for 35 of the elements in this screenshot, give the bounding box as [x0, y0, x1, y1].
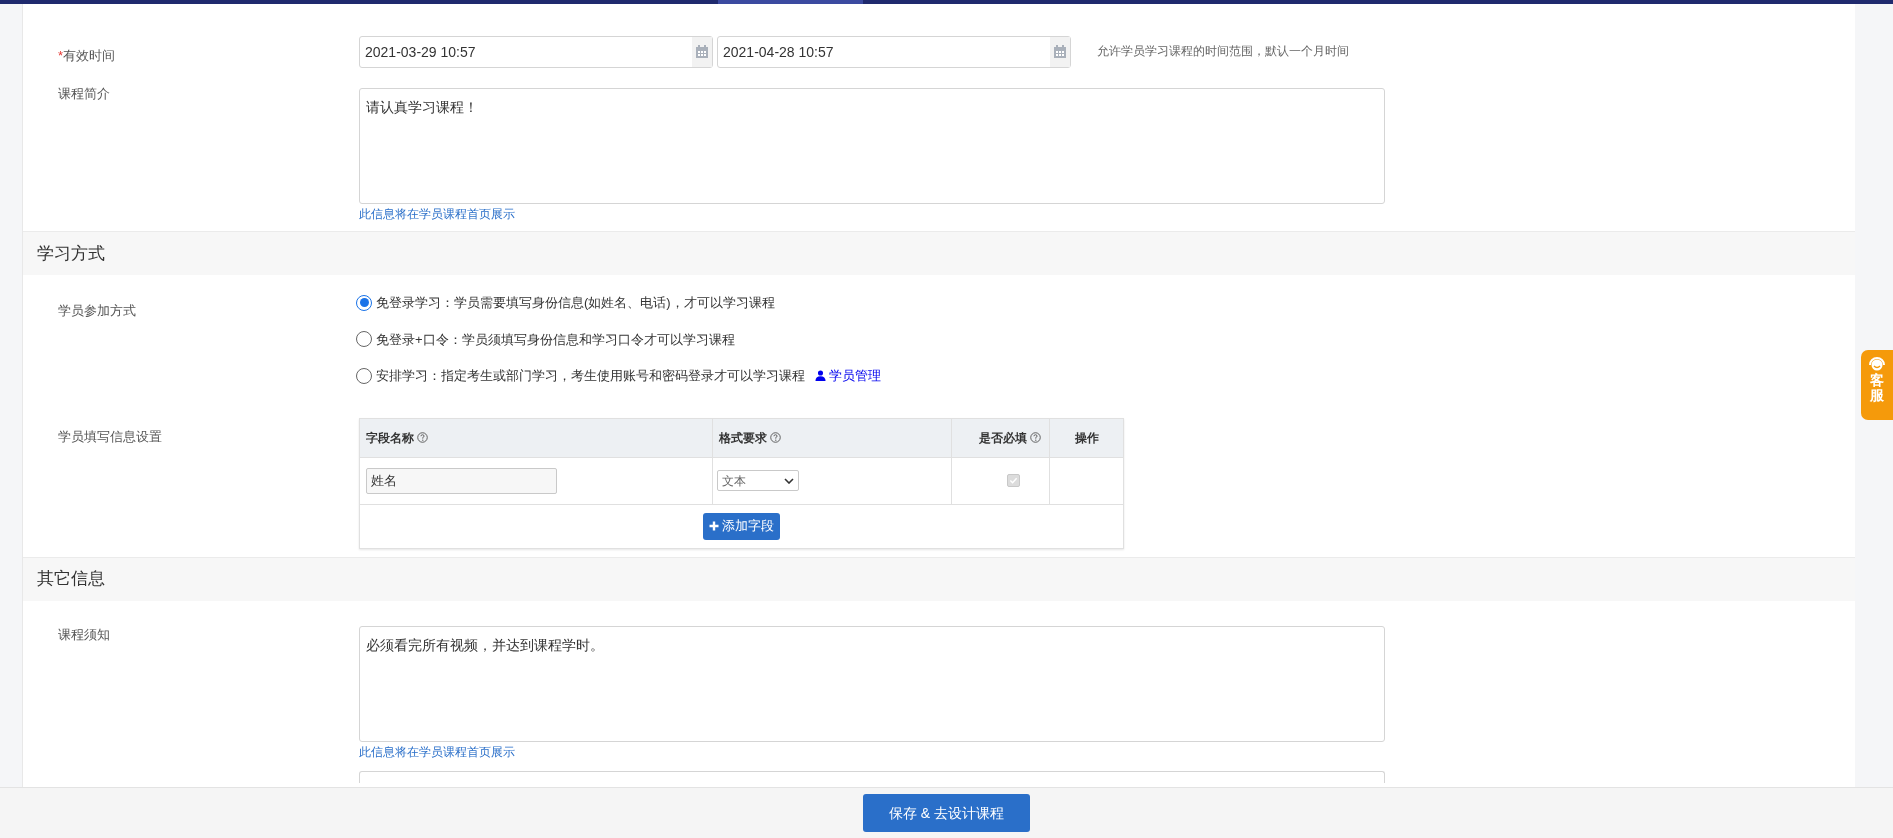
field-label: *有效时间: [58, 48, 116, 63]
plus-icon: [709, 521, 719, 531]
save-button[interactable]: 保存 & 去设计课程: [863, 794, 1030, 832]
chevron-down-icon: [784, 477, 794, 484]
field-label: 课程简介: [58, 86, 110, 101]
hint-text: 允许学员学习课程的时间范围，默认一个月时间: [1097, 43, 1349, 60]
hint-text: 此信息将在学员课程首页展示: [359, 743, 516, 761]
text-area[interactable]: [359, 770, 1385, 783]
student-management-link[interactable]: 学员管理: [815, 366, 881, 386]
date-field[interactable]: 2021-03-29 10:57: [359, 36, 713, 68]
headset-icon: [1867, 355, 1887, 373]
user-icon: [815, 370, 826, 382]
field-label: 学员参加方式: [58, 303, 136, 318]
help-icon[interactable]: [414, 432, 428, 443]
field-label: 学员填写信息设置: [58, 428, 162, 444]
section-title: 学习方式: [37, 242, 105, 265]
text-area[interactable]: 请认真学习课程！: [359, 88, 1385, 204]
radio-label[interactable]: 免登录+口令：学员须填写身份信息和学习口令才可以学习课程: [376, 329, 735, 349]
column-header: 是否必填: [952, 418, 1050, 457]
hint-text: 此信息将在学员课程首页展示: [359, 206, 516, 223]
column-header: 格式要求: [713, 418, 952, 457]
help-icon[interactable]: [1027, 432, 1041, 443]
date-field[interactable]: 2021-04-28 10:57: [717, 36, 1071, 68]
radio-label[interactable]: 安排学习：指定考生或部门学习，考生使用账号和密码登录才可以学习课程: [376, 366, 805, 386]
section-title: 其它信息: [37, 568, 105, 591]
calendar-icon[interactable]: [1050, 37, 1070, 67]
column-header: 字段名称: [360, 418, 713, 457]
text-area[interactable]: 必须看完所有视频，并达到课程学时。: [359, 625, 1385, 742]
help-icon[interactable]: [767, 432, 781, 443]
check-icon: [1009, 476, 1018, 485]
column-header: 操作: [1073, 429, 1100, 447]
radio-label[interactable]: 免登录学习：学员需要填写身份信息(如姓名、电话)，才可以学习课程: [376, 293, 775, 313]
field-label: 课程须知: [58, 626, 110, 642]
calendar-icon[interactable]: [692, 37, 712, 67]
add-field-button[interactable]: 添加字段: [703, 512, 780, 540]
